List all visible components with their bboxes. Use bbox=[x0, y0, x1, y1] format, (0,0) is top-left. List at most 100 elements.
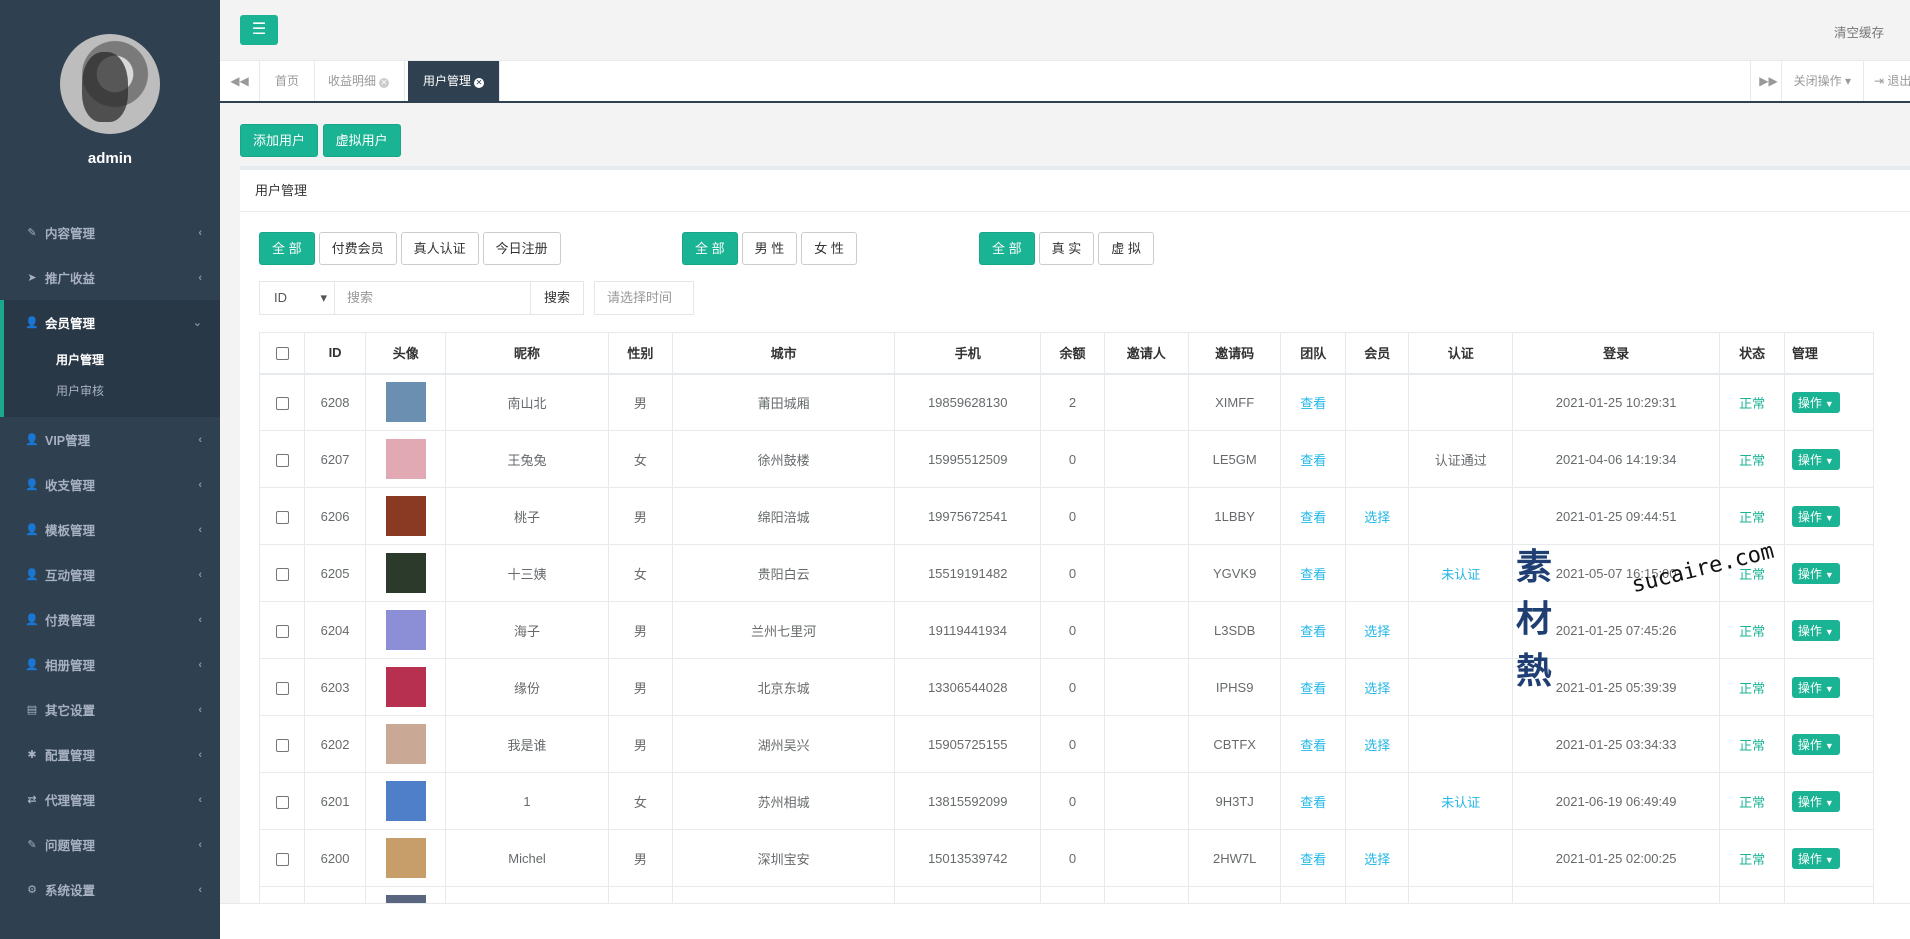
filter-button[interactable]: 男 性 bbox=[741, 232, 798, 265]
column-header[interactable]: ID bbox=[304, 332, 367, 375]
sidebar-item[interactable]: ✎ 内容管理 ‹ bbox=[0, 210, 220, 255]
avatar[interactable] bbox=[385, 667, 426, 707]
clear-cache-link[interactable]: 清空缓存 bbox=[1834, 22, 1884, 41]
avatar[interactable] bbox=[385, 439, 426, 479]
sidebar-item[interactable]: ✎ 问题管理 ‹ bbox=[0, 822, 220, 867]
auth-link[interactable]: 未认证 bbox=[1441, 795, 1480, 810]
tab-user-management[interactable]: 用户管理 ✕ bbox=[408, 61, 501, 101]
sidebar-item[interactable]: 👤 互动管理 ‹ bbox=[0, 552, 220, 597]
close-icon[interactable]: ✕ bbox=[474, 78, 485, 88]
row-checkbox[interactable] bbox=[275, 852, 289, 866]
column-header[interactable]: 手机 bbox=[894, 332, 1042, 375]
status-text[interactable]: 正常 bbox=[1739, 567, 1765, 582]
member-link[interactable]: 选择 bbox=[1364, 738, 1390, 753]
sidebar-subitem[interactable]: 用户管理 bbox=[4, 345, 220, 376]
status-text[interactable]: 正常 bbox=[1739, 396, 1765, 411]
close-operations-dropdown[interactable]: 关闭操作 ▾ bbox=[1780, 61, 1863, 101]
status-text[interactable]: 正常 bbox=[1739, 681, 1765, 696]
avatar[interactable] bbox=[385, 781, 426, 821]
sidebar-item[interactable]: ⚙ 系统设置 ‹ bbox=[0, 867, 220, 912]
member-link[interactable]: 选择 bbox=[1364, 681, 1390, 696]
row-checkbox[interactable] bbox=[275, 510, 289, 524]
team-link[interactable]: 查看 bbox=[1300, 396, 1326, 411]
column-header[interactable]: 管理 bbox=[1783, 332, 1875, 375]
avatar[interactable] bbox=[385, 382, 426, 423]
column-header[interactable]: 状态 bbox=[1719, 332, 1785, 375]
column-header[interactable]: 会员 bbox=[1345, 332, 1410, 375]
status-text[interactable]: 正常 bbox=[1739, 738, 1765, 753]
tabs-scroll-left-button[interactable]: ◀◀ bbox=[220, 61, 260, 101]
profile-name[interactable]: admin bbox=[0, 150, 220, 167]
sidebar-subitem[interactable]: 用户审核 bbox=[4, 376, 220, 407]
filter-button[interactable]: 真人认证 bbox=[400, 232, 479, 265]
logout-link[interactable]: ⇥ 退出 bbox=[1863, 61, 1910, 101]
row-checkbox[interactable] bbox=[275, 624, 289, 638]
status-text[interactable]: 正常 bbox=[1739, 795, 1765, 810]
team-link[interactable]: 查看 bbox=[1300, 852, 1326, 867]
sidebar-item[interactable]: ⇄ 代理管理 ‹ bbox=[0, 777, 220, 822]
filter-button[interactable]: 今日注册 bbox=[482, 232, 561, 265]
avatar[interactable] bbox=[385, 838, 426, 878]
close-icon[interactable]: ✕ bbox=[379, 78, 390, 88]
tab-income-detail[interactable]: 收益明细 ✕ bbox=[313, 61, 406, 101]
filter-button[interactable]: 真 实 bbox=[1038, 232, 1095, 265]
column-header[interactable]: 团队 bbox=[1280, 332, 1347, 375]
filter-button[interactable]: 付费会员 bbox=[318, 232, 397, 265]
row-checkbox[interactable] bbox=[275, 681, 289, 695]
operation-dropdown-button[interactable]: 操作 ▼ bbox=[1791, 448, 1840, 470]
sidebar-item[interactable]: 👤 VIP管理 ‹ bbox=[0, 417, 220, 462]
team-link[interactable]: 查看 bbox=[1300, 567, 1326, 582]
column-header[interactable]: 余额 bbox=[1040, 332, 1105, 375]
team-link[interactable]: 查看 bbox=[1300, 795, 1326, 810]
member-link[interactable]: 选择 bbox=[1364, 852, 1390, 867]
search-field-select[interactable]: ID bbox=[259, 281, 335, 315]
column-header[interactable]: 认证 bbox=[1408, 332, 1514, 375]
status-text[interactable]: 正常 bbox=[1739, 510, 1765, 525]
avatar[interactable] bbox=[385, 496, 426, 536]
avatar[interactable] bbox=[385, 895, 426, 903]
team-link[interactable]: 查看 bbox=[1300, 738, 1326, 753]
sidebar-item[interactable]: 👤 相册管理 ‹ bbox=[0, 642, 220, 687]
avatar[interactable] bbox=[385, 724, 426, 764]
sidebar-item[interactable]: 👤 会员管理 ⌄ bbox=[4, 300, 220, 345]
admin-avatar[interactable] bbox=[60, 34, 160, 134]
operation-dropdown-button[interactable]: 操作 ▼ bbox=[1791, 619, 1840, 641]
virtual-user-button[interactable]: 虚拟用户 bbox=[322, 124, 401, 157]
row-checkbox[interactable] bbox=[275, 396, 289, 410]
sidebar-item[interactable]: 👤 付费管理 ‹ bbox=[0, 597, 220, 642]
sidebar-item[interactable]: 👤 模板管理 ‹ bbox=[0, 507, 220, 552]
team-link[interactable]: 查看 bbox=[1300, 624, 1326, 639]
row-checkbox[interactable] bbox=[275, 567, 289, 581]
sidebar-item[interactable]: ✱ 配置管理 ‹ bbox=[0, 732, 220, 777]
date-picker-input[interactable]: 请选择时间 bbox=[594, 281, 694, 315]
member-link[interactable]: 选择 bbox=[1364, 624, 1390, 639]
member-link[interactable]: 选择 bbox=[1364, 510, 1390, 525]
search-input[interactable]: 搜索 bbox=[335, 281, 531, 315]
team-link[interactable]: 查看 bbox=[1300, 453, 1326, 468]
operation-dropdown-button[interactable]: 操作 ▼ bbox=[1791, 733, 1840, 755]
filter-button[interactable]: 虚 拟 bbox=[1098, 232, 1154, 265]
avatar[interactable] bbox=[385, 610, 426, 650]
row-checkbox[interactable] bbox=[275, 738, 289, 752]
operation-dropdown-button[interactable]: 操作 ▼ bbox=[1791, 790, 1840, 812]
menu-toggle-button[interactable]: ☰ bbox=[240, 15, 278, 45]
operation-dropdown-button[interactable]: 操作 ▼ bbox=[1791, 505, 1840, 527]
column-header[interactable]: 城市 bbox=[672, 332, 896, 375]
operation-dropdown-button[interactable]: 操作 ▼ bbox=[1791, 391, 1840, 413]
sidebar-item[interactable]: ➤ 推广收益 ‹ bbox=[0, 255, 220, 300]
column-header[interactable]: 邀请码 bbox=[1187, 332, 1282, 375]
column-header[interactable]: 昵称 bbox=[445, 332, 609, 375]
auth-link[interactable]: 未认证 bbox=[1441, 567, 1480, 582]
avatar[interactable] bbox=[385, 553, 426, 593]
filter-button[interactable]: 女 性 bbox=[801, 232, 857, 265]
row-checkbox[interactable] bbox=[275, 453, 289, 467]
operation-dropdown-button[interactable]: 操作 ▼ bbox=[1791, 847, 1840, 869]
column-header[interactable]: 头像 bbox=[365, 332, 447, 375]
status-text[interactable]: 正常 bbox=[1739, 624, 1765, 639]
column-header[interactable]: 性别 bbox=[607, 332, 674, 375]
column-header[interactable]: 登录 bbox=[1512, 332, 1721, 375]
column-header[interactable]: 邀请人 bbox=[1103, 332, 1189, 375]
filter-button[interactable]: 全 部 bbox=[979, 232, 1035, 265]
team-link[interactable]: 查看 bbox=[1300, 681, 1326, 696]
sidebar-item[interactable]: 👤 收支管理 ‹ bbox=[0, 462, 220, 507]
